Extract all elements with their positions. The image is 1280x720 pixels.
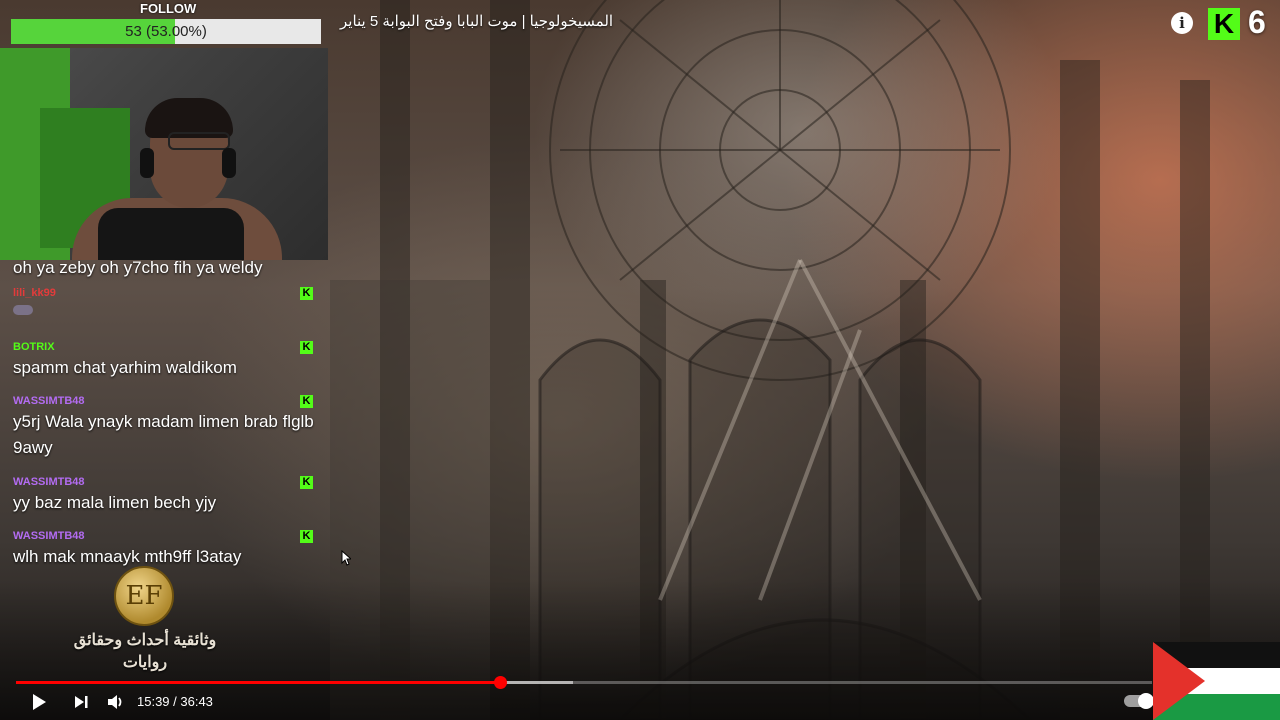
volume-icon [108, 695, 122, 709]
video-title: المسيخولوجيا | موت البابا وفتح البوابة 5… [340, 13, 614, 30]
follow-goal-text: 53 (53.00%) [125, 23, 207, 40]
emote-icon [13, 305, 33, 315]
chat-message: lili_kk99 K [0, 285, 330, 339]
kick-badge-icon: K [300, 341, 313, 354]
watermark-line-2: روايات [122, 654, 168, 671]
flag-triangle-red [1153, 642, 1205, 720]
follow-goal-bar: 53 (53.00%) [11, 19, 321, 44]
webcam-glasses [168, 132, 230, 150]
next-icon [75, 696, 88, 708]
info-icon[interactable]: i [1171, 12, 1193, 34]
kick-badge-icon: K [300, 287, 313, 300]
kick-logo-icon: K [1208, 8, 1240, 40]
chat-message: oh ya zeby oh y7cho fih ya weldy [0, 255, 330, 281]
autoplay-toggle[interactable] [1124, 693, 1154, 709]
channel-watermark: وثائقية أحداث وحقائق روايات [60, 630, 230, 674]
viewer-count: 6 [1248, 4, 1266, 40]
chat-username[interactable]: WASSIMTB48 [13, 528, 317, 544]
chat-message-text: yy baz mala limen bech yjy [13, 493, 217, 512]
play-icon [33, 694, 46, 710]
headset-icon [140, 148, 154, 178]
chat-username[interactable]: WASSIMTB48 [13, 474, 317, 490]
webcam-streamer-top [98, 208, 244, 260]
kick-badge-icon: K [300, 476, 313, 489]
chat-message: WASSIMTB48 K y5rj Wala ynayk madam limen… [0, 393, 330, 474]
chat-message: BOTRIX K spamm chat yarhim waldikom [0, 339, 330, 393]
headset-icon [222, 148, 236, 178]
autoplay-toggle-knob [1138, 693, 1154, 709]
chat-username[interactable]: WASSIMTB48 [13, 393, 317, 409]
video-progress-bar[interactable] [16, 676, 1152, 689]
chat-message-text: wlh mak mnaayk mth9ff l3atay [13, 547, 242, 566]
chat-message-text: y5rj Wala ynayk madam limen brab flglb 9… [13, 412, 314, 457]
chat-message-text: oh ya zeby oh y7cho fih ya weldy [13, 258, 263, 277]
progress-played [16, 681, 500, 684]
chat-message-text: spamm chat yarhim waldikom [13, 358, 237, 377]
watermark-line-1: وثائقية أحداث وحقائق [73, 632, 217, 649]
chat-overlay: oh ya zeby oh y7cho fih ya weldy lili_kk… [0, 255, 330, 582]
kick-badge-icon: K [300, 530, 313, 543]
mouse-cursor-icon [341, 550, 351, 566]
volume-button[interactable] [104, 691, 128, 713]
palestine-flag [1153, 642, 1280, 720]
chat-username[interactable]: BOTRIX [13, 339, 317, 355]
time-display: 15:39 / 36:43 [137, 694, 213, 709]
chat-message: WASSIMTB48 K yy baz mala limen bech yjy [0, 474, 330, 528]
scrubber-handle[interactable] [493, 676, 507, 689]
webcam-overlay [0, 48, 328, 260]
chat-username[interactable]: lili_kk99 [13, 285, 317, 301]
next-button[interactable] [70, 691, 92, 713]
play-button[interactable] [28, 691, 50, 713]
channel-logo: EF [114, 566, 174, 626]
follow-goal-label: FOLLOW [140, 1, 197, 16]
kick-badge-icon: K [300, 395, 313, 408]
